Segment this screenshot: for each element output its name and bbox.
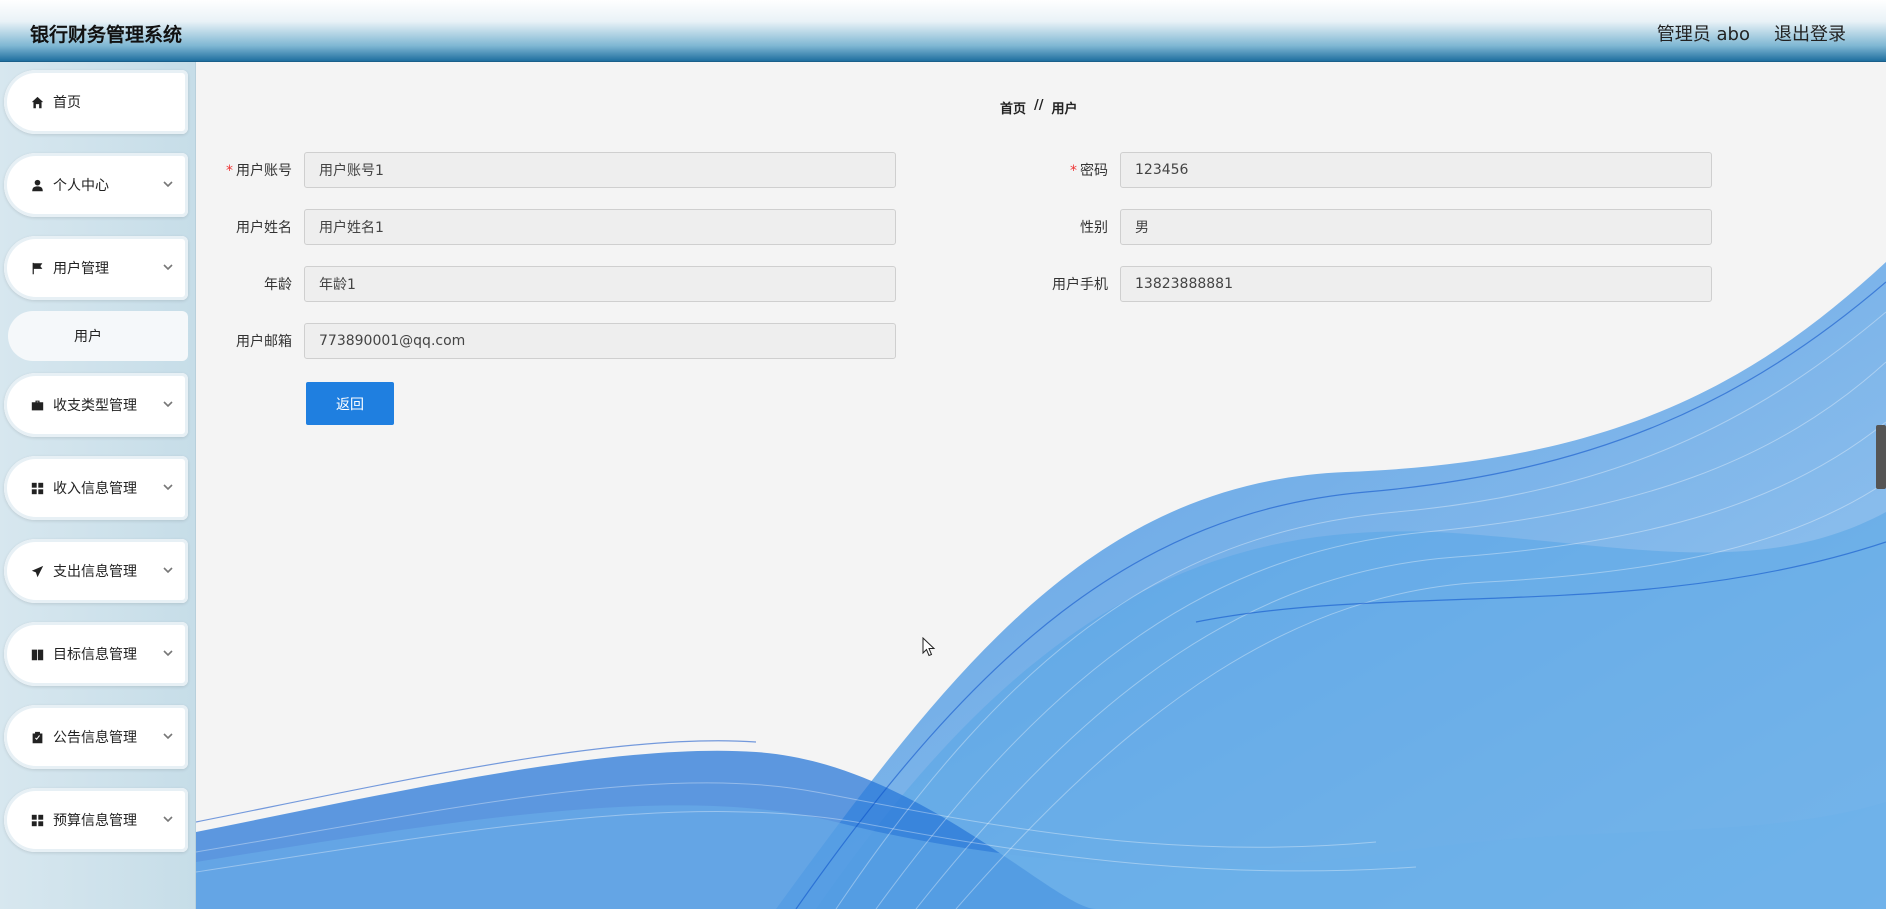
book-icon (30, 647, 44, 661)
form-row-gender: 性别 (1042, 209, 1712, 245)
sidebar-item-label: 首页 (53, 95, 81, 111)
account-label: * 用户账号 (226, 163, 292, 179)
age-label: 年龄 (264, 277, 292, 293)
sidebar-item-label: 预算信息管理 (53, 813, 137, 829)
flag-icon (30, 261, 44, 275)
chevron-down-icon (162, 261, 176, 275)
logout-link[interactable]: 退出登录 (1774, 20, 1846, 46)
password-label: * 密码 (1070, 163, 1108, 179)
sidebar-item-user-management[interactable]: 用户管理 (4, 236, 188, 300)
sidebar-item-label: 公告信息管理 (53, 730, 137, 746)
gender-field[interactable] (1120, 209, 1712, 245)
sidebar: 首页 个人中心 用户管理 用户 收支类型管理 收入信息管理 支出信息管理 目标信… (0, 62, 196, 909)
form-row-name: 用户姓名 (226, 209, 896, 245)
gender-label: 性别 (1080, 220, 1108, 236)
sidebar-item-type-management[interactable]: 收支类型管理 (4, 373, 188, 437)
sidebar-item-label: 用户管理 (53, 261, 109, 277)
required-marker: * (1070, 163, 1077, 179)
breadcrumb-home[interactable]: 首页 (1000, 98, 1026, 117)
header-user-area: 管理员 abo 退出登录 (1657, 20, 1846, 46)
email-label: 用户邮箱 (236, 334, 292, 350)
clipboard-icon (30, 730, 44, 744)
grid-icon (30, 481, 44, 495)
sidebar-item-label: 目标信息管理 (53, 647, 137, 663)
sidebar-item-label: 个人中心 (53, 178, 109, 194)
mouse-cursor-icon (922, 637, 936, 657)
breadcrumb-current: 用户 (1051, 102, 1078, 117)
sidebar-subitem-user[interactable]: 用户 (8, 311, 188, 361)
briefcase-icon (30, 398, 44, 412)
age-field[interactable] (304, 266, 896, 302)
sidebar-item-label: 支出信息管理 (53, 564, 137, 580)
chevron-down-icon (162, 730, 176, 744)
account-field[interactable] (304, 152, 896, 188)
chevron-down-icon (162, 481, 176, 495)
chevron-down-icon (162, 813, 176, 827)
breadcrumb: 首页 // 用户 (1000, 98, 1078, 117)
form-row-phone: 用户手机 (1042, 266, 1712, 302)
back-button[interactable]: 返回 (306, 382, 394, 425)
app-title: 银行财务管理系统 (30, 24, 183, 46)
password-field[interactable] (1120, 152, 1712, 188)
name-label: 用户姓名 (236, 220, 292, 236)
email-field[interactable] (304, 323, 896, 359)
send-icon (30, 564, 44, 578)
home-icon (30, 95, 44, 109)
grid-icon (30, 813, 44, 827)
breadcrumb-separator: // (1034, 98, 1044, 113)
chevron-down-icon (162, 564, 176, 578)
sidebar-item-label: 收入信息管理 (53, 481, 137, 497)
name-field[interactable] (304, 209, 896, 245)
background-waves (196, 262, 1886, 909)
phone-label: 用户手机 (1052, 277, 1108, 293)
sidebar-item-budget-management[interactable]: 预算信息管理 (4, 788, 188, 852)
sidebar-item-label: 收支类型管理 (53, 398, 137, 414)
phone-field[interactable] (1120, 266, 1712, 302)
sidebar-item-expense-management[interactable]: 支出信息管理 (4, 539, 188, 603)
chevron-down-icon (162, 398, 176, 412)
form-row-password: * 密码 (1042, 152, 1712, 188)
form-row-age: 年龄 (226, 266, 896, 302)
sidebar-subitem-label: 用户 (74, 329, 102, 345)
form-row-account: * 用户账号 (226, 152, 896, 188)
main-content: 首页 // 用户 *用户账号 用户姓名 年龄 用户邮箱 *密码 性别 用户手机 … (196, 62, 1886, 909)
admin-user-label[interactable]: 管理员 abo (1657, 20, 1750, 46)
required-marker: * (226, 163, 233, 179)
sidebar-item-home[interactable]: 首页 (4, 70, 188, 134)
user-icon (30, 178, 44, 192)
chevron-down-icon (162, 647, 176, 661)
sidebar-item-profile[interactable]: 个人中心 (4, 153, 188, 217)
form-row-email: 用户邮箱 (226, 323, 896, 359)
sidebar-item-notice-management[interactable]: 公告信息管理 (4, 705, 188, 769)
chevron-down-icon (162, 178, 176, 192)
sidebar-item-income-management[interactable]: 收入信息管理 (4, 456, 188, 520)
top-header: 银行财务管理系统 管理员 abo 退出登录 (0, 0, 1886, 62)
scrollbar-thumb[interactable] (1876, 425, 1886, 489)
sidebar-item-goal-management[interactable]: 目标信息管理 (4, 622, 188, 686)
